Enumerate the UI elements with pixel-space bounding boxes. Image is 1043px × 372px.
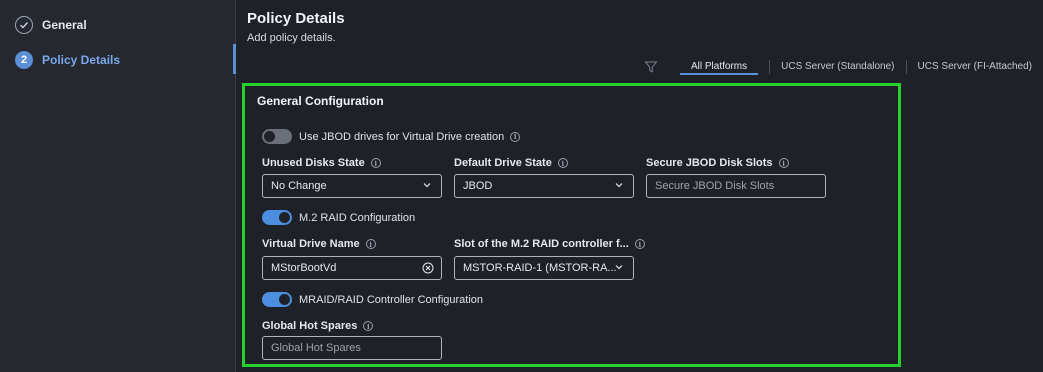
chevron-down-icon: [615, 183, 623, 188]
tab-ucs-fi-attached[interactable]: UCS Server (FI-Attached): [907, 59, 1043, 75]
unused-disks-label: Unused Disks State i: [262, 157, 381, 169]
m2raid-toggle-label: M.2 RAID Configuration: [299, 211, 416, 224]
default-drive-label: Default Drive State i: [454, 157, 568, 169]
global-hot-spares-label: Global Hot Spares i: [262, 320, 374, 332]
filter-icon[interactable]: [644, 60, 658, 74]
secure-jbod-field[interactable]: [655, 180, 825, 192]
chevron-down-icon: [615, 265, 623, 270]
step-policy-details-label: Policy Details: [42, 53, 121, 67]
virtual-drive-name-label-text: Virtual Drive Name: [262, 238, 360, 250]
page-subtitle: Add policy details.: [247, 32, 336, 44]
m2-slot-value: MSTOR-RAID-1 (MSTOR-RA...: [463, 262, 617, 274]
mraid-toggle[interactable]: [262, 292, 292, 307]
platform-filter-bar: All Platforms UCS Server (Standalone) UC…: [644, 58, 1043, 76]
main-content: Policy Details Add policy details. All P…: [237, 0, 1043, 372]
jbod-toggle[interactable]: [262, 129, 292, 144]
info-icon[interactable]: i: [634, 239, 645, 249]
clear-icon[interactable]: [422, 262, 434, 274]
jbod-toggle-label: Use JBOD drives for Virtual Drive creati…: [299, 130, 505, 143]
unused-disks-label-text: Unused Disks State: [262, 157, 365, 169]
unused-disks-select[interactable]: No Change: [262, 174, 442, 198]
step-general[interactable]: General: [15, 13, 87, 37]
default-drive-label-text: Default Drive State: [454, 157, 552, 169]
tab-all-platforms[interactable]: All Platforms: [680, 59, 759, 75]
info-icon[interactable]: i: [365, 239, 376, 249]
step-general-label: General: [42, 18, 87, 32]
page-title: Policy Details: [247, 10, 345, 27]
section-title: General Configuration: [257, 94, 384, 108]
tab-ucs-standalone[interactable]: UCS Server (Standalone): [770, 59, 905, 75]
chevron-down-icon: [423, 183, 431, 188]
global-hot-spares-field[interactable]: [271, 342, 441, 354]
m2raid-toggle[interactable]: [262, 210, 292, 225]
m2raid-toggle-row: M.2 RAID Configuration: [262, 210, 415, 225]
info-icon[interactable]: i: [370, 158, 381, 168]
default-drive-value: JBOD: [463, 180, 493, 192]
active-step-indicator: [233, 44, 236, 74]
info-icon[interactable]: i: [778, 158, 789, 168]
info-icon[interactable]: i: [363, 321, 374, 331]
global-hot-spares-label-text: Global Hot Spares: [262, 320, 358, 332]
info-icon[interactable]: i: [510, 131, 521, 142]
m2-slot-label-text: Slot of the M.2 RAID controller f...: [454, 238, 629, 250]
virtual-drive-name-label: Virtual Drive Name i: [262, 238, 376, 250]
mraid-toggle-label: MRAID/RAID Controller Configuration: [299, 293, 484, 306]
default-drive-select[interactable]: JBOD: [454, 174, 634, 198]
step-number: 2: [15, 51, 33, 69]
mraid-toggle-row: MRAID/RAID Controller Configuration: [262, 292, 483, 307]
unused-disks-value: No Change: [271, 180, 327, 192]
secure-jbod-label-text: Secure JBOD Disk Slots: [646, 157, 773, 169]
jbod-toggle-row: Use JBOD drives for Virtual Drive creati…: [262, 129, 521, 144]
virtual-drive-name-field[interactable]: [271, 262, 441, 274]
virtual-drive-name-input[interactable]: [262, 256, 442, 280]
secure-jbod-input[interactable]: [646, 174, 826, 198]
check-icon: [15, 16, 33, 34]
m2-slot-select[interactable]: MSTOR-RAID-1 (MSTOR-RA...: [454, 256, 634, 280]
global-hot-spares-input[interactable]: [262, 336, 442, 360]
secure-jbod-label: Secure JBOD Disk Slots i: [646, 157, 789, 169]
wizard-sidebar: General 2 Policy Details: [0, 0, 236, 372]
step-policy-details[interactable]: 2 Policy Details: [15, 48, 120, 72]
info-icon[interactable]: i: [557, 158, 568, 168]
m2-slot-label: Slot of the M.2 RAID controller f... i: [454, 238, 645, 250]
